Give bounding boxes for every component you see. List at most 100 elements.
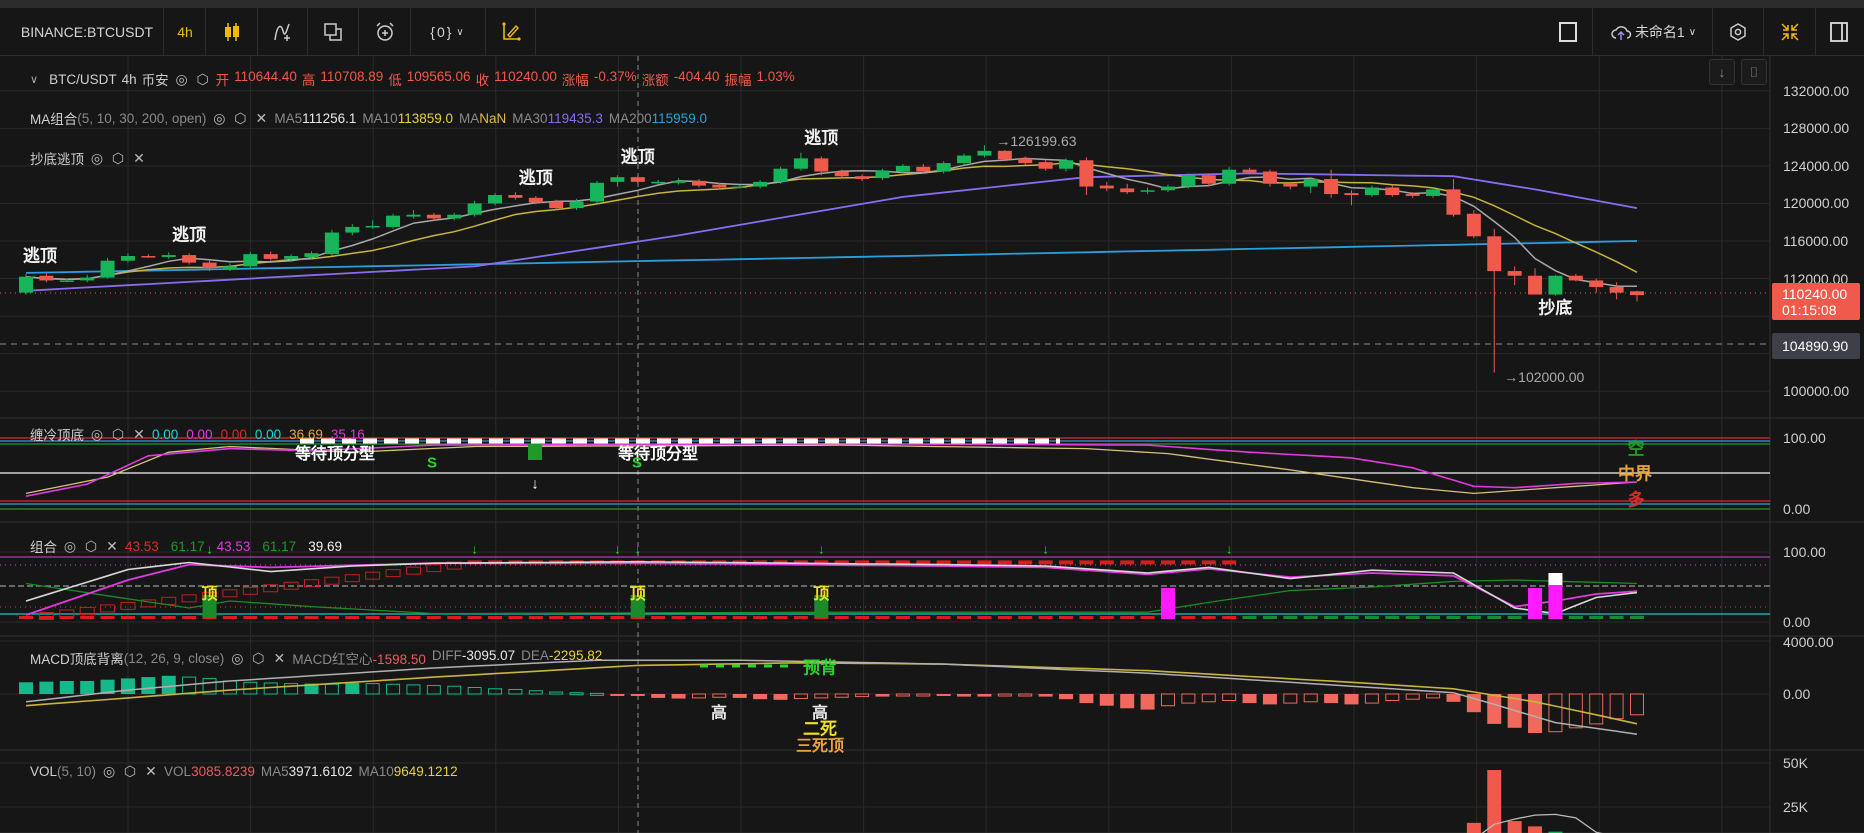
ohlc-label: 振幅 bbox=[724, 73, 752, 88]
combo-down-arrow-icon: ↓ bbox=[1225, 541, 1233, 557]
macd-histogram-bar bbox=[630, 694, 645, 696]
macd-histogram-bar bbox=[916, 693, 931, 697]
close-icon[interactable]: ✕ bbox=[271, 650, 287, 667]
eye-icon[interactable]: ◎ bbox=[89, 426, 105, 443]
vol-indicator-name: VOL bbox=[30, 764, 58, 779]
candle-body bbox=[589, 182, 604, 202]
close-icon[interactable]: ✕ bbox=[131, 150, 147, 167]
combo-base-dash bbox=[263, 616, 278, 619]
candle-body bbox=[691, 180, 706, 186]
candle-body bbox=[1405, 194, 1420, 196]
macd-histogram-bar bbox=[753, 694, 768, 700]
vol-axis-label: 25K bbox=[1783, 799, 1808, 815]
candle bbox=[243, 252, 258, 270]
main-legend: ∨ BTC/USDT 4h 币安 ◎ ⬡ 开 110644.40 高 110708.8… bbox=[30, 69, 795, 89]
combo-base-dash bbox=[120, 616, 135, 619]
combo-base-dash bbox=[1283, 616, 1298, 619]
candle bbox=[610, 175, 625, 187]
combo-base-dash bbox=[426, 616, 441, 619]
macd-histogram-bar bbox=[488, 688, 503, 695]
candle bbox=[1099, 181, 1114, 192]
chanleng-magenta-line bbox=[25, 442, 1638, 497]
candle bbox=[1222, 166, 1237, 186]
close-icon[interactable]: ✕ bbox=[143, 763, 159, 780]
combo-base-dash bbox=[936, 616, 951, 619]
down-arrow-icon: ↓ bbox=[531, 475, 539, 493]
macd-histogram-bar bbox=[1262, 694, 1277, 705]
candle-body bbox=[814, 158, 829, 172]
eye-icon[interactable]: ◎ bbox=[89, 150, 105, 167]
candle-body bbox=[1568, 275, 1583, 281]
vol-params: (5, 10) bbox=[57, 764, 97, 779]
candle-body bbox=[1303, 179, 1318, 187]
chanleng-value: 0.00 bbox=[254, 426, 282, 442]
macd-histogram-bar bbox=[1160, 693, 1175, 707]
close-icon[interactable]: ✕ bbox=[253, 110, 269, 127]
candle bbox=[508, 192, 523, 200]
macd-histogram-bar bbox=[1018, 693, 1033, 697]
ohlc-label: 涨额 bbox=[641, 73, 669, 88]
macd-histogram-bar bbox=[957, 694, 972, 697]
macd-histogram-bar bbox=[120, 678, 135, 694]
eye-icon[interactable]: ◎ bbox=[101, 763, 117, 780]
ma-item: MA10113859.0 bbox=[362, 111, 453, 126]
candle-body bbox=[1426, 189, 1441, 196]
chanleng-value: 0.00 bbox=[152, 426, 179, 442]
combo-base-dash bbox=[610, 616, 625, 619]
ma-indicator-name: MA组合 bbox=[30, 112, 78, 127]
macd-histogram-bar bbox=[691, 693, 706, 699]
settings-icon[interactable]: ⬡ bbox=[110, 150, 126, 167]
candle-body bbox=[202, 262, 217, 269]
combo-down-arrow-icon: ↓ bbox=[818, 541, 825, 557]
macd-histogram-bar bbox=[773, 694, 788, 700]
combo-base-dash bbox=[1303, 616, 1318, 619]
candle-body bbox=[936, 163, 951, 172]
ma-label: MA10 bbox=[362, 110, 398, 126]
indicator-label: MA5 bbox=[260, 764, 289, 779]
macd-histogram-bar bbox=[59, 681, 74, 694]
combo-ladder-box bbox=[100, 604, 116, 613]
escape-top-signal: 逃顶 bbox=[23, 246, 57, 266]
candle-body bbox=[1160, 186, 1175, 191]
combo-ladder-box bbox=[405, 566, 421, 575]
settings-icon[interactable]: ⬡ bbox=[195, 71, 211, 88]
macd-histogram-bar bbox=[834, 693, 849, 698]
candle-body bbox=[426, 214, 441, 219]
macd-histogram-bar bbox=[875, 694, 890, 697]
ma-values: MA5111256.1 MA10113859.0 MANaN MA30119435.3… bbox=[274, 111, 707, 126]
candle-body bbox=[651, 181, 666, 184]
candle bbox=[263, 251, 278, 261]
settings-icon[interactable]: ⬡ bbox=[122, 763, 138, 780]
candle bbox=[1548, 274, 1563, 296]
close-icon[interactable]: ✕ bbox=[131, 426, 147, 443]
combo-top-dash bbox=[1222, 560, 1237, 565]
price-axis-label: 116000.00 bbox=[1783, 233, 1849, 249]
macd-histogram-bar bbox=[1099, 694, 1114, 706]
combo-base-dash bbox=[1609, 616, 1624, 619]
indicator-item: VOL3085.8239 bbox=[164, 764, 255, 779]
candle-body bbox=[324, 232, 339, 255]
eye-icon[interactable]: ◎ bbox=[62, 538, 78, 555]
eye-icon[interactable]: ◎ bbox=[211, 110, 227, 127]
eye-icon[interactable]: ◎ bbox=[229, 650, 245, 667]
candle bbox=[753, 179, 768, 189]
escape-top-signal: 逃顶 bbox=[518, 168, 553, 188]
settings-icon[interactable]: ⬡ bbox=[110, 426, 126, 443]
settings-icon[interactable]: ⬡ bbox=[232, 110, 248, 127]
candle-body bbox=[1099, 185, 1114, 189]
settings-icon[interactable]: ⬡ bbox=[83, 538, 99, 555]
combo-base-dash bbox=[712, 616, 727, 619]
chanleng-signal-bar bbox=[528, 444, 542, 460]
scroll-to-latest-button[interactable]: ↓ bbox=[1709, 59, 1735, 85]
settings-icon[interactable]: ⬡ bbox=[250, 650, 266, 667]
candle-body bbox=[447, 214, 462, 219]
close-icon[interactable]: ✕ bbox=[104, 538, 120, 555]
eye-icon[interactable]: ◎ bbox=[174, 71, 190, 88]
macd-histogram-bar bbox=[1589, 693, 1604, 725]
macd-histogram-bar bbox=[1140, 694, 1155, 710]
collapse-legend-chevron-icon[interactable]: ∨ bbox=[30, 73, 38, 86]
combo-base-dash bbox=[488, 616, 503, 619]
combo-ladder-box bbox=[161, 596, 177, 605]
ohlc-value: 1.03% bbox=[756, 69, 795, 84]
auto-scale-button[interactable]: ⌷ bbox=[1741, 59, 1767, 85]
